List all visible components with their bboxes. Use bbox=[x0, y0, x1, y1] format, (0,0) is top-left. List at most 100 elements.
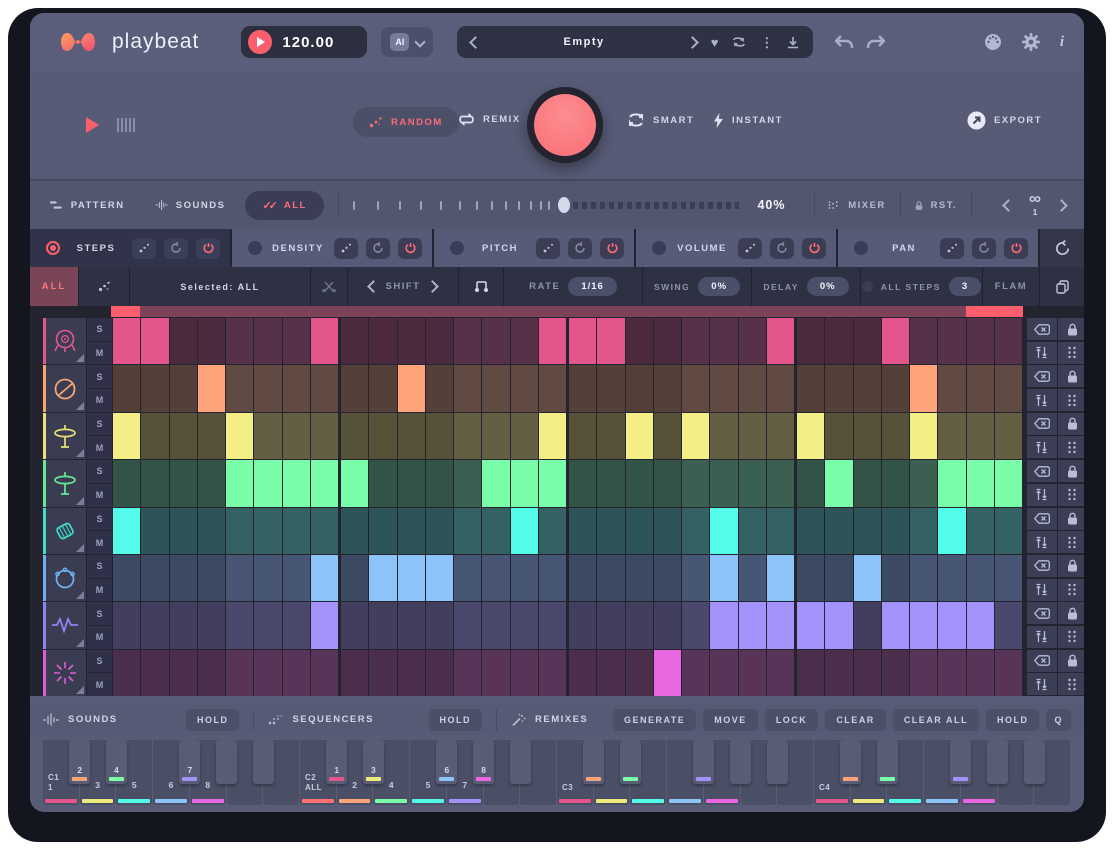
step-cell[interactable] bbox=[482, 555, 509, 601]
track-icon-cell-hihat[interactable] bbox=[43, 413, 86, 459]
step-cell[interactable] bbox=[597, 602, 624, 648]
step-cell[interactable] bbox=[910, 318, 937, 364]
step-cell[interactable] bbox=[341, 318, 368, 364]
step-cell[interactable] bbox=[341, 365, 368, 411]
tab-randomize-icon[interactable] bbox=[536, 238, 560, 259]
step-cell[interactable] bbox=[170, 508, 197, 554]
step-cell[interactable] bbox=[739, 555, 766, 601]
step-cell[interactable] bbox=[369, 508, 396, 554]
step-cell[interactable] bbox=[369, 650, 396, 696]
ai-menu-button[interactable]: AI bbox=[381, 27, 433, 57]
lock-rst-icon[interactable] bbox=[915, 199, 923, 212]
step-cell[interactable] bbox=[141, 508, 168, 554]
randomize-selected-button[interactable] bbox=[79, 267, 130, 306]
step-cell[interactable] bbox=[198, 508, 225, 554]
step-cell[interactable] bbox=[654, 365, 681, 411]
step-cell[interactable] bbox=[569, 602, 596, 648]
lock-track-button[interactable] bbox=[1058, 460, 1085, 482]
tab-power-icon[interactable] bbox=[802, 238, 826, 259]
step-cell[interactable] bbox=[539, 650, 566, 696]
step-cell[interactable] bbox=[113, 318, 140, 364]
step-cell[interactable] bbox=[311, 650, 338, 696]
step-cell[interactable] bbox=[854, 460, 881, 506]
step-cell[interactable] bbox=[569, 318, 596, 364]
step-cell[interactable] bbox=[910, 602, 937, 648]
step-cell[interactable] bbox=[369, 413, 396, 459]
step-cell[interactable] bbox=[341, 413, 368, 459]
track-icon-cell-synth[interactable] bbox=[43, 602, 86, 648]
tab-radio-icon[interactable] bbox=[652, 241, 666, 255]
step-cell[interactable] bbox=[967, 508, 994, 554]
rate-value[interactable]: 1/16 bbox=[568, 277, 617, 296]
reset-label[interactable]: RST. bbox=[931, 200, 958, 211]
step-cell[interactable] bbox=[597, 508, 624, 554]
step-cell[interactable] bbox=[426, 413, 453, 459]
black-key[interactable]: 2 bbox=[69, 740, 90, 784]
step-cell[interactable] bbox=[426, 602, 453, 648]
step-cell[interactable] bbox=[739, 318, 766, 364]
step-cell[interactable] bbox=[226, 318, 253, 364]
step-cell[interactable] bbox=[910, 650, 937, 696]
expand-corner-icon[interactable] bbox=[76, 686, 84, 694]
clear-step-button[interactable] bbox=[1027, 413, 1057, 435]
download-icon[interactable] bbox=[787, 36, 799, 49]
sounds-tab-label[interactable]: SOUNDS bbox=[176, 200, 226, 211]
step-cell[interactable] bbox=[767, 602, 794, 648]
step-cell[interactable] bbox=[767, 460, 794, 506]
step-cell[interactable] bbox=[283, 602, 310, 648]
step-cell[interactable] bbox=[910, 460, 937, 506]
step-cell[interactable] bbox=[739, 602, 766, 648]
tab-density[interactable]: DENSITY bbox=[232, 229, 432, 267]
tab-refresh-icon[interactable] bbox=[972, 238, 996, 259]
black-key[interactable] bbox=[253, 740, 274, 784]
step-cell[interactable] bbox=[311, 413, 338, 459]
step-cell[interactable] bbox=[226, 508, 253, 554]
step-cell[interactable] bbox=[995, 508, 1022, 554]
mute-button[interactable]: M bbox=[87, 579, 112, 602]
step-cell[interactable] bbox=[710, 318, 737, 364]
step-cell[interactable] bbox=[882, 413, 909, 459]
step-cell[interactable] bbox=[482, 650, 509, 696]
black-key[interactable] bbox=[216, 740, 237, 784]
step-cell[interactable] bbox=[767, 508, 794, 554]
black-key[interactable]: 8 bbox=[473, 740, 494, 784]
drag-handle-button[interactable] bbox=[1058, 342, 1085, 364]
step-cell[interactable] bbox=[454, 555, 481, 601]
solo-button[interactable]: S bbox=[87, 318, 112, 341]
step-cell[interactable] bbox=[825, 318, 852, 364]
step-cell[interactable] bbox=[539, 508, 566, 554]
step-cell[interactable] bbox=[710, 508, 737, 554]
track-icon-cell-kick[interactable] bbox=[43, 318, 86, 364]
solo-button[interactable]: S bbox=[87, 555, 112, 578]
step-cell[interactable] bbox=[882, 460, 909, 506]
step-cell[interactable] bbox=[311, 602, 338, 648]
mute-button[interactable]: M bbox=[87, 389, 112, 412]
step-cell[interactable] bbox=[938, 602, 965, 648]
remix-hold-button[interactable]: HOLD bbox=[986, 709, 1040, 731]
smart-button[interactable]: SMART bbox=[628, 113, 694, 127]
drag-handle-button[interactable] bbox=[1058, 626, 1085, 648]
redo-icon[interactable] bbox=[866, 35, 885, 50]
black-key[interactable] bbox=[620, 740, 641, 784]
step-cell[interactable] bbox=[311, 555, 338, 601]
step-cell[interactable] bbox=[710, 460, 737, 506]
expand-corner-icon[interactable] bbox=[76, 497, 84, 505]
tab-radio-icon[interactable] bbox=[854, 241, 868, 255]
step-cell[interactable] bbox=[254, 508, 281, 554]
step-cell[interactable] bbox=[682, 460, 709, 506]
step-cell[interactable] bbox=[910, 365, 937, 411]
step-cell[interactable] bbox=[767, 413, 794, 459]
step-cell[interactable] bbox=[511, 460, 538, 506]
expand-corner-icon[interactable] bbox=[76, 639, 84, 647]
clear-step-button[interactable] bbox=[1027, 508, 1057, 530]
step-cell[interactable] bbox=[739, 460, 766, 506]
step-cell[interactable] bbox=[141, 318, 168, 364]
mute-button[interactable]: M bbox=[87, 484, 112, 507]
step-cell[interactable] bbox=[854, 602, 881, 648]
track-icon-cell-tambourine[interactable] bbox=[43, 555, 86, 601]
step-cell[interactable] bbox=[198, 650, 225, 696]
favorite-heart-icon[interactable]: ♥ bbox=[711, 36, 719, 49]
step-cell[interactable] bbox=[825, 365, 852, 411]
step-cell[interactable] bbox=[141, 413, 168, 459]
track-icon-cell-cymbal[interactable] bbox=[43, 460, 86, 506]
